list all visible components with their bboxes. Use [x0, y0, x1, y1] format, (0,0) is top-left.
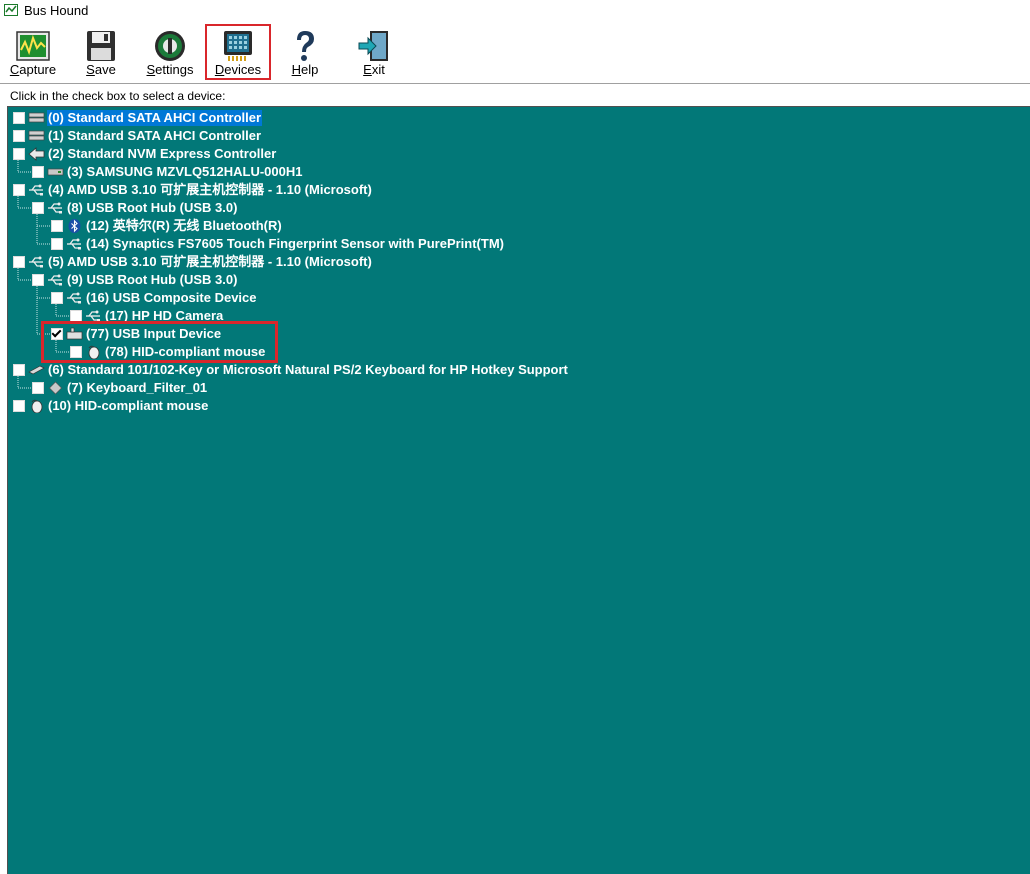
device-row-3[interactable]: (3) SAMSUNG MZVLQ512HALU-000H1 [32, 163, 304, 181]
devices-button[interactable]: Devices [205, 24, 271, 80]
device-label: (10) HID-compliant mouse [48, 398, 209, 413]
settings-button[interactable]: Settings [142, 24, 198, 80]
device-label: (17) HP HD Camera [105, 308, 224, 323]
window-title: Bus Hound [24, 3, 89, 18]
device-label: (6) Standard 101/102-Key or Microsoft Na… [48, 362, 568, 377]
save-button[interactable]: Save [76, 24, 126, 80]
device-row-6[interactable]: (12) 英特尔(R) 无线 Bluetooth(R) [51, 217, 283, 235]
device-checkbox[interactable] [70, 346, 82, 358]
keyboard-icon [28, 365, 45, 375]
help-icon [297, 31, 314, 61]
device-row-16[interactable]: (10) HID-compliant mouse [13, 397, 209, 415]
title-bar: Bus Hound [0, 0, 1030, 22]
device-checkbox[interactable] [32, 382, 44, 394]
device-checkbox[interactable] [32, 274, 44, 286]
device-label: (4) AMD USB 3.10 可扩展主机控制器 - 1.10 (Micros… [48, 182, 372, 197]
help-button[interactable]: Help [282, 24, 328, 80]
hid-icon [66, 327, 83, 340]
toolbar: Capture Save Settings Devices Help Exit [0, 22, 1030, 83]
mouse-icon [88, 345, 100, 359]
instruction-text: Click in the check box to select a devic… [10, 89, 226, 103]
filter-icon [49, 381, 62, 395]
device-label: (0) Standard SATA AHCI Controller [47, 110, 263, 126]
device-label: (3) SAMSUNG MZVLQ512HALU-000H1 [67, 164, 303, 179]
exit-icon [358, 31, 388, 61]
device-checkbox[interactable] [13, 148, 25, 160]
device-row-2[interactable]: (2) Standard NVM Express Controller [13, 145, 277, 163]
usb-icon [48, 274, 62, 286]
devices-icon [224, 31, 252, 61]
usb-icon [29, 184, 43, 196]
device-row-5[interactable]: (8) USB Root Hub (USB 3.0) [32, 199, 238, 217]
device-label: (78) HID-compliant mouse [105, 344, 266, 359]
device-checkbox[interactable] [13, 112, 25, 124]
device-row-8[interactable]: (5) AMD USB 3.10 可扩展主机控制器 - 1.10 (Micros… [13, 253, 373, 271]
exit-button[interactable]: Exit [352, 24, 396, 80]
device-label: (14) Synaptics FS7605 Touch Fingerprint … [86, 236, 504, 251]
device-checkbox[interactable] [13, 184, 25, 196]
device-label: (2) Standard NVM Express Controller [48, 146, 277, 161]
usb-icon [29, 256, 43, 268]
device-row-7[interactable]: (14) Synaptics FS7605 Touch Fingerprint … [51, 235, 505, 253]
nvme-controller-icon [28, 147, 45, 161]
app-icon [4, 4, 18, 16]
device-checkbox[interactable] [13, 130, 25, 142]
device-checkbox[interactable] [51, 292, 63, 304]
usb-icon [86, 310, 100, 322]
mouse-icon [31, 399, 43, 413]
device-row-11[interactable]: (17) HP HD Camera [70, 307, 224, 325]
disk-controller-icon [28, 130, 45, 141]
device-row-4[interactable]: (4) AMD USB 3.10 可扩展主机控制器 - 1.10 (Micros… [13, 181, 373, 199]
device-row-10[interactable]: (16) USB Composite Device [51, 289, 258, 307]
device-checkbox[interactable] [51, 238, 63, 250]
usb-icon [48, 202, 62, 214]
usb-icon [67, 238, 81, 250]
bluetooth-icon [68, 219, 81, 233]
save-icon [87, 31, 115, 61]
device-row-13[interactable]: (78) HID-compliant mouse [70, 343, 266, 361]
toolbar-separator [0, 83, 1030, 84]
device-label: (7) Keyboard_Filter_01 [67, 380, 208, 395]
capture-icon [16, 31, 50, 61]
device-label: (12) 英特尔(R) 无线 Bluetooth(R) [86, 218, 282, 233]
device-label: (1) Standard SATA AHCI Controller [48, 128, 262, 143]
device-row-0[interactable]: (0) Standard SATA AHCI Controller [13, 109, 263, 127]
device-checkbox[interactable] [13, 364, 25, 376]
device-label: (8) USB Root Hub (USB 3.0) [67, 200, 238, 215]
device-checkbox[interactable] [32, 166, 44, 178]
device-checkbox[interactable] [51, 328, 63, 340]
device-label: (9) USB Root Hub (USB 3.0) [67, 272, 238, 287]
device-checkbox[interactable] [13, 400, 25, 412]
device-label: (77) USB Input Device [86, 326, 222, 341]
device-checkbox[interactable] [70, 310, 82, 322]
drive-icon [47, 168, 64, 176]
device-tree[interactable]: (0) Standard SATA AHCI Controller (1) St… [7, 106, 1030, 874]
device-row-1[interactable]: (1) Standard SATA AHCI Controller [13, 127, 262, 145]
device-row-12[interactable]: (77) USB Input Device [51, 325, 222, 343]
device-checkbox[interactable] [13, 256, 25, 268]
device-label: (5) AMD USB 3.10 可扩展主机控制器 - 1.10 (Micros… [48, 254, 372, 269]
device-row-15[interactable]: (7) Keyboard_Filter_01 [32, 379, 208, 397]
device-label: (16) USB Composite Device [86, 290, 257, 305]
device-checkbox[interactable] [51, 220, 63, 232]
usb-icon [67, 292, 81, 304]
device-row-9[interactable]: (9) USB Root Hub (USB 3.0) [32, 271, 238, 289]
settings-icon [155, 31, 185, 61]
disk-controller-icon [28, 112, 45, 123]
device-checkbox[interactable] [32, 202, 44, 214]
device-row-14[interactable]: (6) Standard 101/102-Key or Microsoft Na… [13, 361, 569, 379]
capture-button[interactable]: Capture [6, 24, 60, 80]
